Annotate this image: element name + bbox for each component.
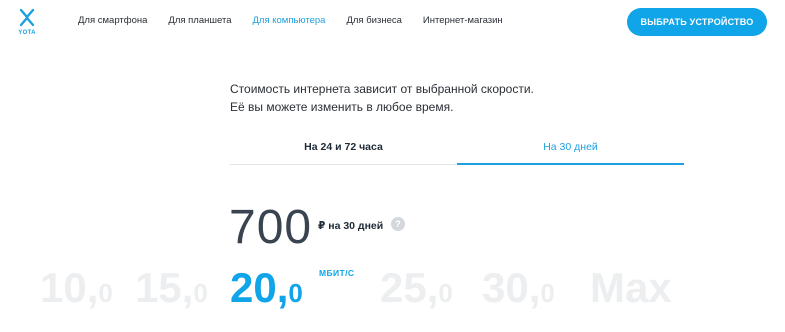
speed-option[interactable]: 10,0 [40,262,113,319]
speed-whole: 20, [230,264,289,311]
nav-item-shop[interactable]: Интернет-магазин [423,15,503,26]
speed-whole: Max [590,264,672,311]
price-period: на 30 дней [328,220,384,232]
intro-text: Стоимость интернета зависит от выбранной… [230,80,534,116]
yota-logo[interactable]: YOTA [14,8,40,40]
speed-whole: 15, [135,264,194,311]
yota-logo-icon [19,8,35,27]
nav-item-tablet[interactable]: Для планшета [168,15,231,26]
speed-option[interactable]: 30,0 [482,262,555,319]
speed-option-max[interactable]: Max [590,262,672,319]
price-value: 700 [229,201,313,254]
main-nav: Для смартфона Для планшета Для компьютер… [78,15,503,26]
logo-text: YOTA [18,30,36,36]
currency-sign: ₽ [318,220,326,232]
speed-frac: 0 [438,278,453,308]
speed-frac: 0 [288,278,303,308]
speed-option[interactable]: 25,0 [380,262,453,319]
help-icon[interactable]: ? [391,217,405,231]
nav-item-business[interactable]: Для бизнеса [346,15,401,26]
speed-frac: 0 [540,278,555,308]
tariff-tabs: На 24 и 72 часа На 30 дней [230,134,684,165]
speed-option-selected[interactable]: 20,0 [230,262,303,319]
speed-option[interactable]: 15,0 [135,262,208,319]
choose-device-button[interactable]: ВЫБРАТЬ УСТРОЙСТВО [627,8,767,36]
intro-line-1: Стоимость интернета зависит от выбранной… [230,82,534,96]
speed-whole: 10, [40,264,99,311]
speed-frac: 0 [98,278,113,308]
speed-frac: 0 [193,278,208,308]
intro-line-2: Её вы можете изменить в любое время. [230,100,454,114]
price-unit: ₽ на 30 дней [318,220,383,232]
nav-item-smartphone[interactable]: Для смартфона [78,15,147,26]
speed-whole: 30, [482,264,541,311]
tab-24-72-hours[interactable]: На 24 и 72 часа [230,134,457,163]
tab-30-days[interactable]: На 30 дней [457,134,684,165]
nav-item-computer[interactable]: Для компьютера [253,15,326,26]
speed-unit: МБИТ/С [319,268,355,278]
speed-whole: 25, [380,264,439,311]
